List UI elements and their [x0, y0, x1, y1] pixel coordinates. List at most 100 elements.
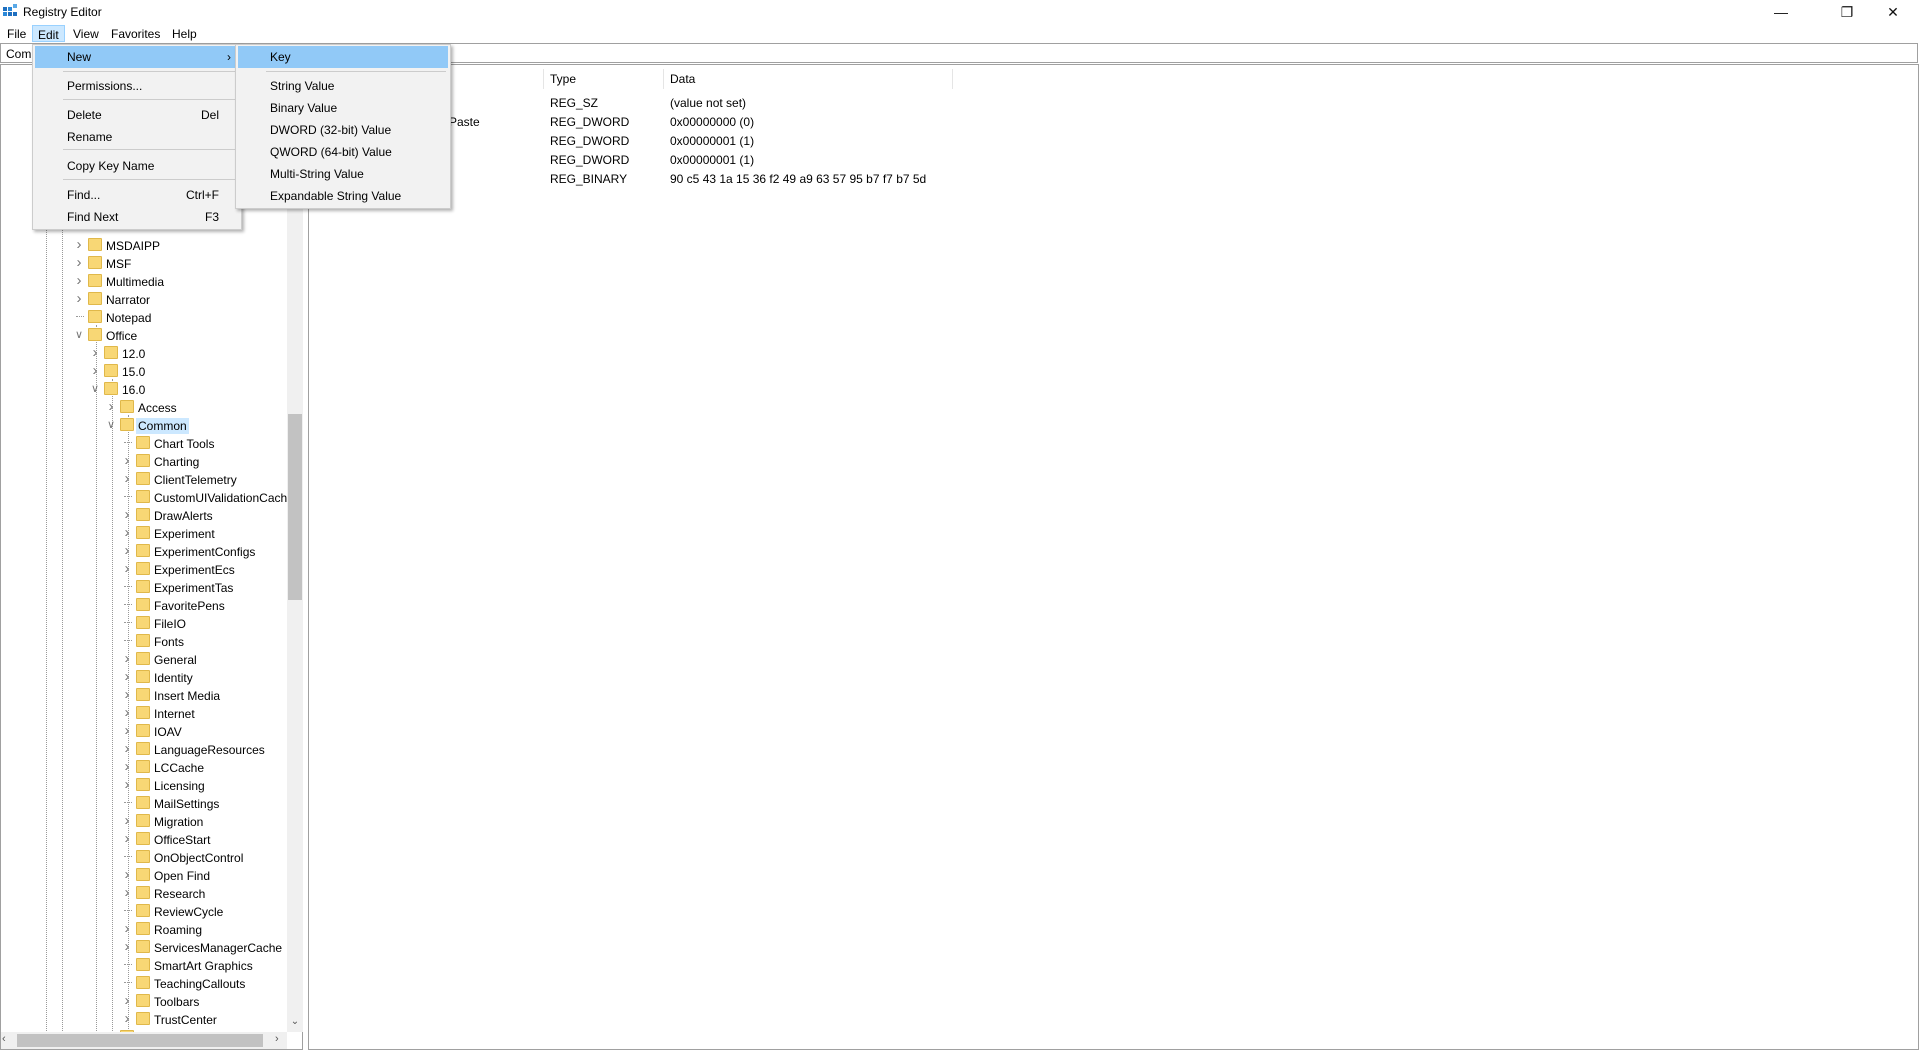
scroll-left-arrow-icon[interactable]: ‹ [2, 1033, 6, 1045]
chevron-right-icon[interactable]: › [122, 831, 132, 846]
tree-item-fileio[interactable]: FileIO [1, 614, 291, 632]
chevron-right-icon[interactable]: › [122, 453, 132, 468]
tree-item-onobjectcontrol[interactable]: OnObjectControl [1, 848, 291, 866]
chevron-right-icon[interactable]: › [122, 921, 132, 936]
tree-item-experimentecs[interactable]: › ExperimentEcs [1, 560, 291, 578]
chevron-right-icon[interactable]: › [122, 705, 132, 720]
chevron-right-icon[interactable]: › [122, 939, 132, 954]
new-submenu-item-binary-value[interactable]: Binary Value [238, 97, 448, 119]
chevron-right-icon[interactable]: › [74, 291, 84, 306]
tree-item-msdaipp[interactable]: › MSDAIPP [1, 236, 291, 254]
chevron-right-icon[interactable]: › [122, 741, 132, 756]
tree-item-narrator[interactable]: › Narrator [1, 290, 291, 308]
tree-item-chart-tools[interactable]: Chart Tools [1, 434, 291, 452]
tree-item-12-0[interactable]: › 12.0 [1, 344, 291, 362]
chevron-right-icon[interactable]: › [74, 273, 84, 288]
chevron-right-icon[interactable]: › [122, 1011, 132, 1026]
new-submenu-item-multi-string-value[interactable]: Multi-String Value [238, 163, 448, 185]
menu-file[interactable]: File [2, 25, 31, 42]
new-submenu-item-expandable-string-value[interactable]: Expandable String Value [238, 185, 448, 207]
tree-item-lccache[interactable]: › LCCache [1, 758, 291, 776]
list-row[interactable]: REG_DWORD 0x00000001 (1) [309, 132, 1909, 150]
edit-menu-item-permissions[interactable]: Permissions... [35, 75, 239, 97]
chevron-right-icon[interactable]: › [74, 237, 84, 252]
close-button[interactable]: ✕ [1870, 0, 1916, 24]
edit-menu-item-copy-key-name[interactable]: Copy Key Name [35, 155, 239, 177]
tree-item-drawalerts[interactable]: › DrawAlerts [1, 506, 291, 524]
tree-item-charting[interactable]: › Charting [1, 452, 291, 470]
new-submenu-item-dword-32-bit-value[interactable]: DWORD (32-bit) Value [238, 119, 448, 141]
tree-item-office[interactable]: ∨ Office [1, 326, 291, 344]
list-row[interactable]: Paste REG_DWORD 0x00000000 (0) [309, 113, 1909, 131]
tree-item-teachingcallouts[interactable]: TeachingCallouts [1, 974, 291, 992]
chevron-right-icon[interactable]: › [122, 813, 132, 828]
chevron-right-icon[interactable]: › [122, 543, 132, 558]
chevron-down-icon[interactable]: ∨ [90, 382, 100, 396]
chevron-down-icon[interactable]: ∨ [106, 418, 116, 432]
new-submenu-item-string-value[interactable]: String Value [238, 75, 448, 97]
chevron-right-icon[interactable]: › [122, 777, 132, 792]
minimize-button[interactable]: — [1758, 0, 1804, 24]
chevron-right-icon[interactable]: › [122, 525, 132, 540]
edit-menu-item-find[interactable]: Find... Ctrl+F [35, 184, 239, 206]
column-header-data[interactable]: Data [664, 69, 701, 89]
chevron-right-icon[interactable]: › [122, 993, 132, 1008]
tree-item-open-find[interactable]: › Open Find [1, 866, 291, 884]
chevron-right-icon[interactable]: › [122, 867, 132, 882]
tree-item-officestart[interactable]: › OfficeStart [1, 830, 291, 848]
tree-item-servicesmanagercache[interactable]: › ServicesManagerCache [1, 938, 291, 956]
tree-item-notepad[interactable]: Notepad [1, 308, 291, 326]
scroll-right-arrow-icon[interactable]: › [275, 1033, 279, 1045]
tree-item-msf[interactable]: › MSF [1, 254, 291, 272]
tree-item-reviewcycle[interactable]: ReviewCycle [1, 902, 291, 920]
list-row[interactable]: REG_DWORD 0x00000001 (1) [309, 151, 1909, 169]
tree-item-mailsettings[interactable]: MailSettings [1, 794, 291, 812]
chevron-right-icon[interactable]: › [122, 759, 132, 774]
tree-item-16-0[interactable]: ∨ 16.0 [1, 380, 291, 398]
menu-help[interactable]: Help [167, 25, 202, 42]
tree-item-general[interactable]: › General [1, 650, 291, 668]
tree-item-insert-media[interactable]: › Insert Media [1, 686, 291, 704]
tree-item-access[interactable]: › Access [1, 398, 291, 416]
chevron-right-icon[interactable]: › [122, 471, 132, 486]
menu-view[interactable]: View [68, 25, 104, 42]
column-separator[interactable] [952, 69, 953, 89]
tree-item-multimedia[interactable]: › Multimedia [1, 272, 291, 290]
tree-vertical-scroll-thumb[interactable] [288, 414, 302, 600]
tree-item-roaming[interactable]: › Roaming [1, 920, 291, 938]
tree-item-fonts[interactable]: Fonts [1, 632, 291, 650]
chevron-right-icon[interactable]: › [122, 885, 132, 900]
chevron-right-icon[interactable]: › [122, 561, 132, 576]
restore-button[interactable]: ❐ [1824, 0, 1870, 24]
column-header-type[interactable]: Type [544, 69, 582, 89]
new-submenu-item-key[interactable]: Key [238, 46, 448, 68]
edit-menu-item-rename[interactable]: Rename [35, 126, 239, 148]
chevron-right-icon[interactable]: › [122, 507, 132, 522]
tree-item-toolbars[interactable]: › Toolbars [1, 992, 291, 1010]
chevron-down-icon[interactable]: ∨ [74, 328, 84, 342]
chevron-right-icon[interactable]: › [122, 723, 132, 738]
tree-item-experiment[interactable]: › Experiment [1, 524, 291, 542]
list-row[interactable]: REG_SZ (value not set) [309, 94, 1909, 112]
tree-item-licensing[interactable]: › Licensing [1, 776, 291, 794]
tree-item-identity[interactable]: › Identity [1, 668, 291, 686]
chevron-right-icon[interactable]: › [90, 363, 100, 378]
scroll-down-arrow-icon[interactable]: ⌄ [288, 1016, 302, 1030]
tree-item-research[interactable]: › Research [1, 884, 291, 902]
chevron-right-icon[interactable]: › [122, 651, 132, 666]
column-separator[interactable] [543, 69, 544, 89]
chevron-right-icon[interactable]: › [74, 255, 84, 270]
edit-menu-item-new[interactable]: New › [35, 46, 239, 68]
tree-item-customuivalidationcach[interactable]: CustomUIValidationCach [1, 488, 291, 506]
tree-item-internet[interactable]: › Internet [1, 704, 291, 722]
chevron-right-icon[interactable]: › [106, 399, 116, 414]
edit-menu-item-find-next[interactable]: Find Next F3 [35, 206, 239, 228]
tree-horizontal-scroll-thumb[interactable] [17, 1034, 263, 1047]
chevron-right-icon[interactable]: › [122, 687, 132, 702]
tree-item-experimenttas[interactable]: ExperimentTas [1, 578, 291, 596]
tree-item-clienttelemetry[interactable]: › ClientTelemetry [1, 470, 291, 488]
tree-item-trustcenter[interactable]: › TrustCenter [1, 1010, 291, 1028]
tree-item-15-0[interactable]: › 15.0 [1, 362, 291, 380]
list-row[interactable]: REG_BINARY 90 c5 43 1a 15 36 f2 49 a9 63 … [309, 170, 1909, 188]
chevron-right-icon[interactable]: › [122, 669, 132, 684]
